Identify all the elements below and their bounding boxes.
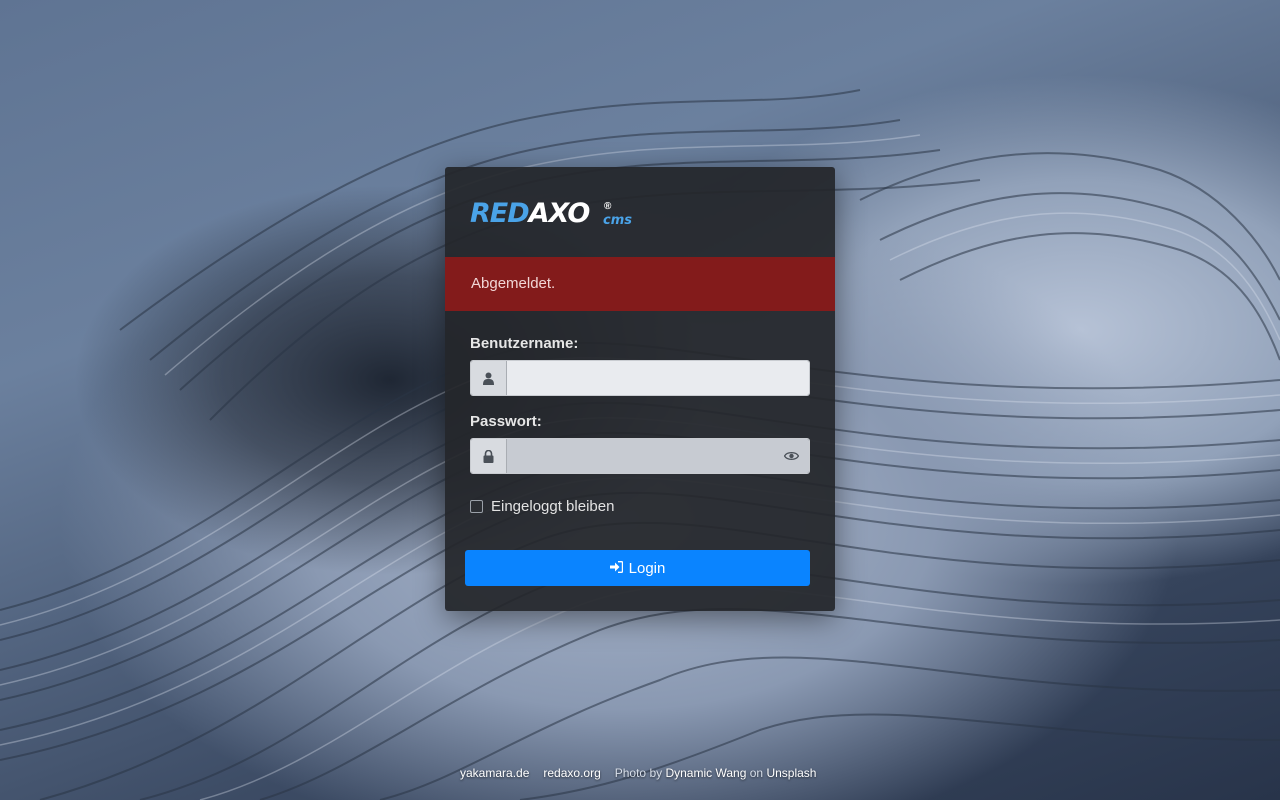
lock-icon — [471, 439, 507, 473]
yakamara-link[interactable]: yakamara.de — [460, 766, 529, 780]
login-button-label: Login — [628, 559, 666, 577]
logo-cms-text: cms — [603, 213, 632, 228]
sign-in-icon — [609, 560, 623, 577]
eye-icon[interactable] — [773, 439, 809, 473]
user-icon — [471, 361, 507, 395]
redaxo-link[interactable]: redaxo.org — [543, 766, 600, 780]
login-panel: REDAXO ® cms Abgemeldet. Benutzername: P… — [445, 167, 835, 611]
credit-prefix: Photo by — [614, 766, 663, 780]
username-input-group — [470, 360, 810, 396]
password-input-group — [470, 438, 810, 474]
username-label: Benutzername: — [470, 335, 579, 352]
credit-author-link[interactable]: Dynamic Wang — [665, 766, 746, 780]
password-label: Passwort: — [470, 413, 542, 430]
photo-credit: Photo by Dynamic Wang on Unsplash — [615, 766, 817, 780]
remember-label: Eingeloggt bleiben — [491, 498, 615, 515]
credit-mid: on — [749, 766, 764, 780]
password-input[interactable] — [507, 439, 773, 473]
logo-axo-text: AXO — [528, 198, 591, 229]
unsplash-link[interactable]: Unsplash — [766, 766, 816, 780]
logo-red-text: RED — [470, 198, 530, 229]
login-button[interactable]: Login — [465, 550, 810, 586]
logout-alert: Abgemeldet. — [445, 257, 835, 311]
footer: yakamara.de redaxo.org Photo by Dynamic … — [460, 766, 816, 780]
redaxo-logo: REDAXO ® cms — [470, 197, 632, 231]
logo-registered-mark: ® — [604, 201, 612, 212]
remember-me[interactable]: Eingeloggt bleiben — [470, 498, 614, 515]
remember-checkbox[interactable] — [470, 500, 483, 513]
username-input[interactable] — [507, 361, 809, 395]
